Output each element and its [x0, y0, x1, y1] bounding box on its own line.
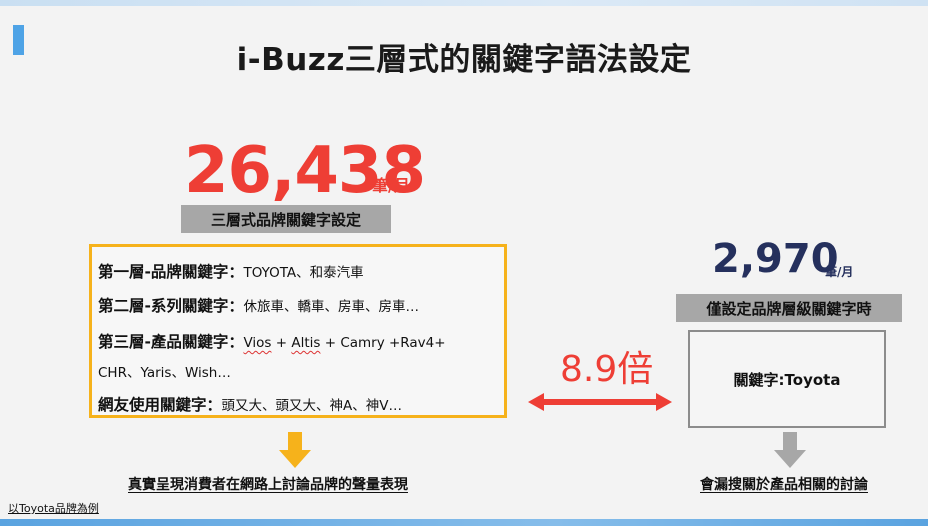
layer-row-3: 第三層-產品關鍵字：Vios + Altis + Camry +Rav4+ [98, 330, 446, 352]
layer-row-2-text: 休旅車、轎車、房車、房車… [243, 299, 419, 315]
bottom-strip [0, 519, 928, 526]
layer-row-3-head: 第三層-產品關鍵字 [98, 333, 229, 351]
ratio-value: 8.9倍 [560, 349, 654, 390]
slide: i-Buzz三層式的關鍵字語法設定 26,438 筆/月 三層式品牌關鍵字設定 … [0, 0, 928, 526]
slide-title: i-Buzz三層式的關鍵字語法設定 [236, 42, 692, 78]
right-box-text: 關鍵字:Toyota [733, 370, 841, 389]
down-arrow-yellow-icon [279, 432, 311, 468]
right-label: 僅設定品牌層級關鍵字時 [676, 294, 902, 322]
left-caption: 真實呈現消費者在網路上討論品牌的聲量表現 [128, 477, 408, 493]
layer-row-1-head: 第一層-品牌關鍵字 [98, 263, 229, 281]
left-big-number: 26,438 [184, 134, 426, 208]
right-big-number: 2,970 [712, 236, 839, 282]
layer-row-1-sep: ： [228, 263, 244, 281]
footnote: 以Toyota品牌為例 [8, 502, 99, 515]
layer-row-3-text-plus: + [271, 335, 292, 351]
keyword-layers-box: 第一層-品牌關鍵字：TOYOTA、和泰汽車 第二層-系列關鍵字：休旅車、轎車、房… [89, 244, 507, 418]
top-strip [0, 0, 928, 6]
layer-row-2-sep: ： [228, 297, 244, 315]
layer-row-2: 第二層-系列關鍵字：休旅車、轎車、房車、房車… [98, 294, 419, 316]
layer-row-4: 網友使用關鍵字：頭又大、頭又大、神A、神V… [98, 393, 402, 415]
layer-row-3-continued-text: CHR、Yaris、Wish… [98, 365, 231, 381]
right-unit: 筆/月 [825, 265, 854, 279]
layer-row-3-text-altis: Altis [291, 335, 321, 351]
layer-row-4-sep: ： [206, 396, 222, 414]
left-unit: 筆/月 [372, 176, 410, 195]
down-arrow-gray-icon [774, 432, 806, 468]
layer-row-3-continued: CHR、Yaris、Wish… [98, 361, 231, 381]
layer-row-4-head: 網友使用關鍵字 [98, 396, 207, 414]
layer-row-1-text: TOYOTA、和泰汽車 [243, 265, 364, 281]
double-arrow-icon [528, 393, 672, 411]
right-caption: 會漏搜關於產品相關的討論 [700, 477, 868, 493]
layer-row-4-text: 頭又大、頭又大、神A、神V… [221, 398, 403, 414]
layer-row-3-sep: ： [228, 333, 244, 351]
layer-row-3-text-vios: Vios [243, 335, 272, 351]
layer-row-3-text-rest: + Camry +Rav4+ [320, 335, 446, 351]
left-label: 三層式品牌關鍵字設定 [181, 205, 391, 233]
layer-row-2-head: 第二層-系列關鍵字 [98, 297, 229, 315]
keyword-toyota-box: 關鍵字:Toyota [688, 330, 886, 428]
layer-row-1: 第一層-品牌關鍵字：TOYOTA、和泰汽車 [98, 260, 364, 282]
